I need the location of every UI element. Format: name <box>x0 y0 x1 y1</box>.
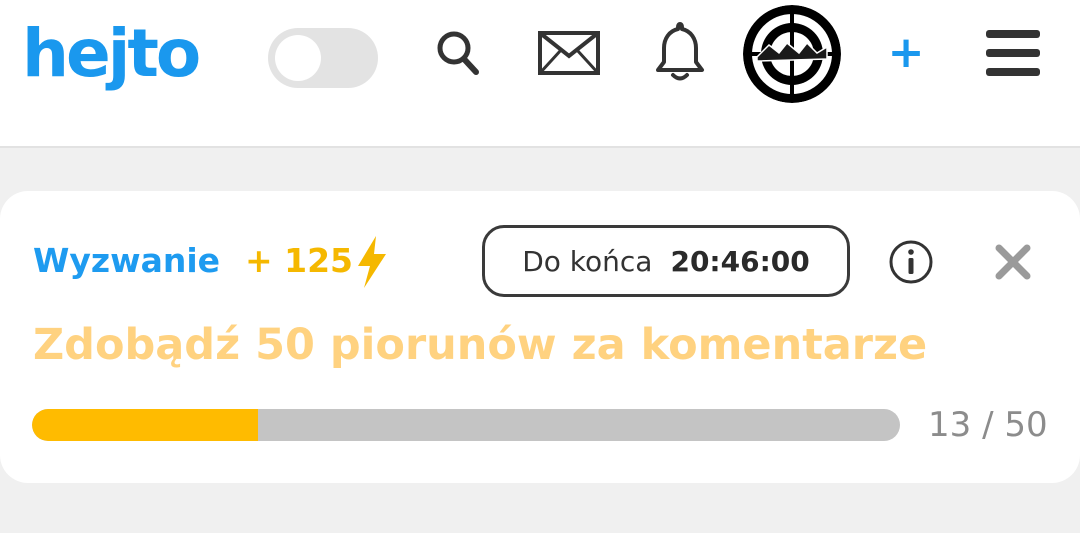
challenge-title: Zdobądź 50 piorunów za komentarze <box>33 320 928 370</box>
lightning-icon <box>354 234 390 294</box>
add-post-button[interactable]: + <box>886 26 926 80</box>
top-bar: hejto + <box>0 0 1080 148</box>
dark-mode-toggle[interactable] <box>268 28 378 88</box>
close-icon[interactable] <box>994 243 1032 285</box>
mail-icon[interactable] <box>537 30 601 76</box>
avatar[interactable] <box>743 5 841 103</box>
timer-value: 20:46:00 <box>670 244 810 278</box>
menu-icon[interactable] <box>986 28 1040 78</box>
timer-label: Do końca <box>522 244 653 278</box>
challenge-timer: Do końca 20:46:00 <box>482 225 850 297</box>
challenge-reward: + 125 <box>245 241 354 280</box>
search-icon[interactable] <box>434 28 482 78</box>
hejto-logo[interactable]: hejto <box>22 14 201 94</box>
bell-icon[interactable] <box>655 20 705 84</box>
progress-count: 13 / 50 <box>928 405 1048 445</box>
toggle-knob <box>275 35 321 81</box>
challenge-label: Wyzwanie <box>33 241 221 280</box>
info-icon[interactable] <box>888 239 934 289</box>
progress-fill <box>32 409 258 441</box>
challenge-progress-bar <box>32 409 900 441</box>
